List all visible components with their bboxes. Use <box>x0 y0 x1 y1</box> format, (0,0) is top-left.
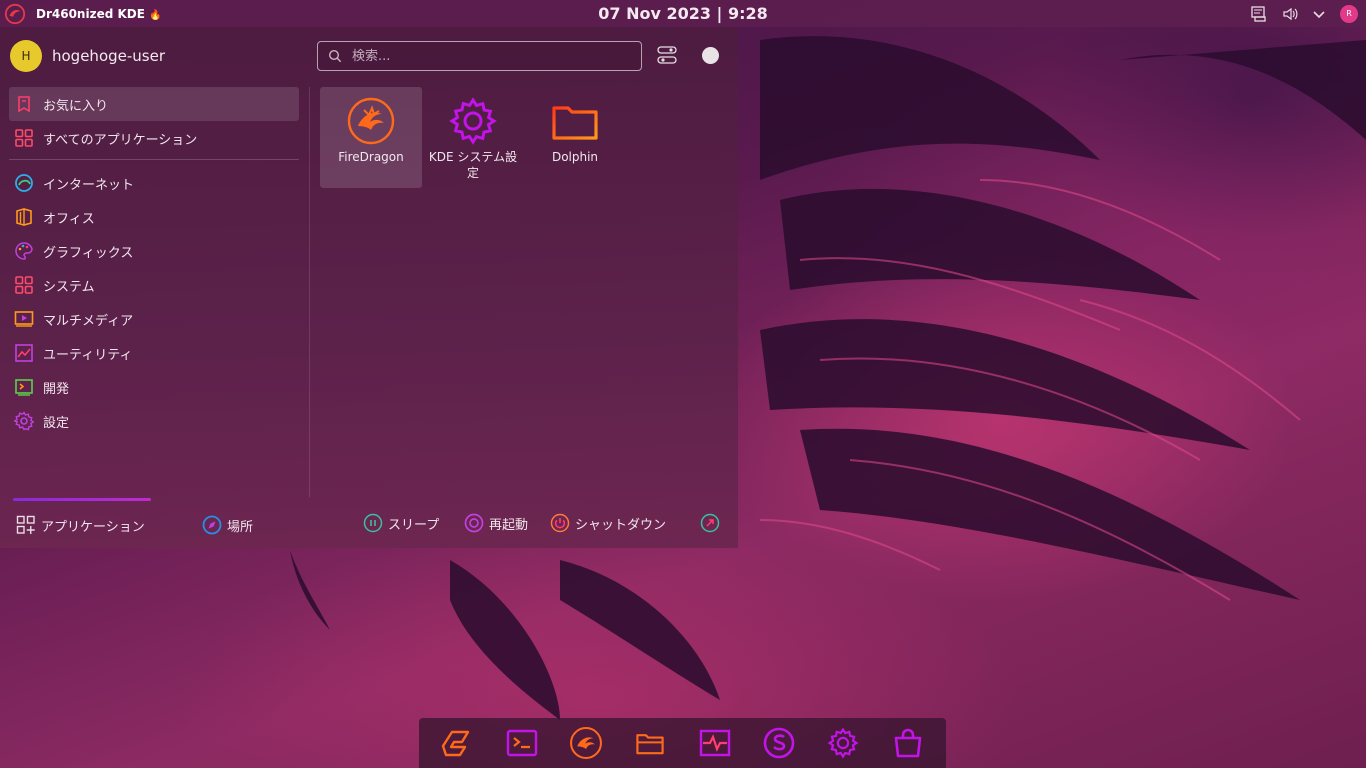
category-multimedia[interactable]: マルチメディア <box>9 302 299 336</box>
dock-garuda-gamer[interactable] <box>440 726 474 760</box>
leave-button[interactable] <box>700 513 720 533</box>
dock-software[interactable] <box>762 726 796 760</box>
category-office[interactable]: オフィス <box>9 200 299 234</box>
sleep-icon <box>363 513 383 533</box>
favorites-grid: FireDragon KDE システム設定 Dolphin <box>320 87 626 188</box>
category-label: グラフィックス <box>43 245 134 261</box>
clock[interactable]: 07 Nov 2023 | 9:28 <box>0 0 1366 27</box>
user-avatar-tray[interactable]: R <box>1340 4 1358 23</box>
avatar[interactable]: H <box>10 40 42 72</box>
action-label: スリープ <box>388 517 440 533</box>
launcher-footer: アプリケーション 場所 スリープ 再起動 シャットダウン <box>0 495 738 548</box>
category-system[interactable]: システム <box>9 268 299 302</box>
apps-grid-icon <box>16 515 35 534</box>
app-tile-label: KDE システム設定 <box>428 150 518 180</box>
firedragon-icon <box>347 97 395 145</box>
active-tab-indicator <box>13 498 151 501</box>
category-sidebar: お気に入り すべてのアプリケーション インターネット オフィス グラフィックス <box>9 87 299 438</box>
restart-icon <box>464 513 484 533</box>
app-tile-firedragon[interactable]: FireDragon <box>320 87 422 188</box>
gear-icon <box>449 97 497 145</box>
category-label: お気に入り <box>43 98 109 114</box>
firedragon-icon <box>569 727 602 759</box>
app-tile-label: Dolphin <box>551 150 599 164</box>
top-panel: Dr460nized KDE 🔥 07 Nov 2023 | 9:28 R <box>0 0 1366 27</box>
application-launcher: H hogehoge-user お気に入り すべてのアプリケーション <box>0 27 738 548</box>
category-favorites[interactable]: お気に入り <box>9 87 299 121</box>
app-tile-label: FireDragon <box>338 150 404 164</box>
dock-terminal[interactable] <box>505 726 539 760</box>
category-utilities[interactable]: ユーティリティ <box>9 336 299 370</box>
category-settings[interactable]: 設定 <box>9 404 299 438</box>
folder-icon <box>552 106 598 140</box>
app-tile-kde-settings[interactable]: KDE システム設定 <box>422 87 524 188</box>
compass-icon <box>202 515 222 535</box>
action-label: シャットダウン <box>575 517 667 533</box>
chart-icon <box>13 342 35 364</box>
search-box[interactable] <box>317 41 642 71</box>
terminal-icon <box>506 729 537 757</box>
category-label: システム <box>43 279 95 295</box>
configure-icon[interactable] <box>657 46 677 64</box>
app-tile-dolphin[interactable]: Dolphin <box>524 87 626 188</box>
dock-file-manager[interactable] <box>633 726 667 760</box>
settings-icon <box>827 727 859 759</box>
pin-toggle-button[interactable] <box>702 47 719 64</box>
garuda-gamer-icon <box>441 730 470 757</box>
divider <box>9 159 299 160</box>
folder-icon <box>636 734 664 755</box>
restart-button[interactable]: 再起動 <box>464 513 528 533</box>
tab-places[interactable]: 場所 <box>202 515 253 535</box>
category-label: インターネット <box>43 177 135 193</box>
grid-icon <box>13 127 35 149</box>
category-internet[interactable]: インターネット <box>9 166 299 200</box>
palette-icon <box>13 240 35 262</box>
software-icon <box>763 727 795 759</box>
volume-icon[interactable] <box>1282 6 1298 22</box>
category-label: 開発 <box>43 381 70 397</box>
category-label: 設定 <box>43 415 70 431</box>
tab-label: 場所 <box>227 519 254 535</box>
system-monitor-icon <box>699 729 730 757</box>
category-label: ユーティリティ <box>43 347 133 363</box>
divider <box>309 87 310 497</box>
tab-applications[interactable]: アプリケーション <box>16 515 145 535</box>
category-label: マルチメディア <box>43 313 134 329</box>
power-icon <box>550 513 570 533</box>
garuda-logo-icon[interactable] <box>4 3 26 25</box>
system-tray: R <box>1250 0 1358 27</box>
dock-settings[interactable] <box>826 726 860 760</box>
grid-icon <box>13 274 35 296</box>
category-graphics[interactable]: グラフィックス <box>9 234 299 268</box>
sleep-button[interactable]: スリープ <box>363 513 439 533</box>
user-info[interactable]: H hogehoge-user <box>10 40 165 72</box>
office-icon <box>13 206 35 228</box>
search-input[interactable] <box>350 47 634 65</box>
dock-firedragon[interactable] <box>569 726 603 760</box>
chip-icon <box>13 376 35 398</box>
globe-icon <box>13 172 35 194</box>
chevron-down-icon[interactable] <box>1312 7 1326 21</box>
network-icon[interactable] <box>1250 5 1268 23</box>
gear-icon <box>13 410 35 432</box>
store-icon <box>894 728 922 758</box>
tab-label: アプリケーション <box>41 519 145 535</box>
dock <box>419 718 946 768</box>
dock-store[interactable] <box>891 726 925 760</box>
window-title: Dr460nized KDE 🔥 <box>36 6 162 21</box>
bookmark-icon <box>13 93 35 115</box>
username: hogehoge-user <box>52 47 165 65</box>
dock-system-monitor[interactable] <box>698 726 732 760</box>
leave-icon <box>700 513 720 533</box>
category-all-applications[interactable]: すべてのアプリケーション <box>9 121 299 155</box>
video-icon <box>13 308 35 330</box>
category-development[interactable]: 開発 <box>9 370 299 404</box>
action-label: 再起動 <box>489 517 529 533</box>
shutdown-button[interactable]: シャットダウン <box>550 513 666 533</box>
category-label: オフィス <box>43 211 95 227</box>
category-label: すべてのアプリケーション <box>43 132 198 148</box>
search-icon <box>328 49 342 63</box>
